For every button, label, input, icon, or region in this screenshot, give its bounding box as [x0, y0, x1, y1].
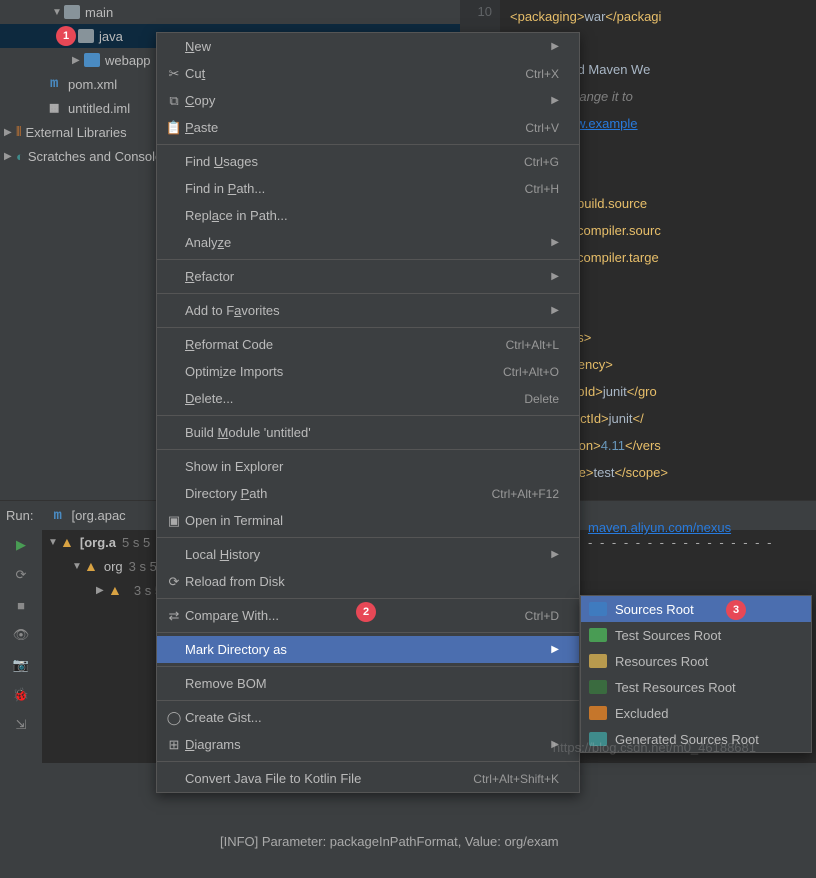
menu-gist[interactable]: ◯Create Gist...	[157, 704, 579, 731]
menu-find-usages[interactable]: Find UsagesCtrl+G	[157, 148, 579, 175]
menu-find-path[interactable]: Find in Path...Ctrl+H	[157, 175, 579, 202]
menu-analyze[interactable]: Analyze▶	[157, 229, 579, 256]
menu-remove-bom[interactable]: Remove BOM	[157, 670, 579, 697]
menu-new[interactable]: New▶	[157, 33, 579, 60]
menu-kotlin[interactable]: Convert Java File to Kotlin FileCtrl+Alt…	[157, 765, 579, 792]
run-config[interactable]: [org.apac	[71, 508, 125, 523]
menu-reformat[interactable]: Reformat CodeCtrl+Alt+L	[157, 331, 579, 358]
exit-button[interactable]: ⇲	[0, 710, 42, 740]
menu-cut[interactable]: ✂CutCtrl+X	[157, 60, 579, 87]
menu-reload[interactable]: ⟳Reload from Disk	[157, 568, 579, 595]
menu-diagrams[interactable]: ⊞Diagrams▶	[157, 731, 579, 758]
menu-explorer[interactable]: Show in Explorer	[157, 453, 579, 480]
menu-dirpath[interactable]: Directory PathCtrl+Alt+F12	[157, 480, 579, 507]
context-menu: New▶ ✂CutCtrl+X ⧉Copy▶ 📋PasteCtrl+V Find…	[156, 32, 580, 793]
view-button[interactable]: 👁	[0, 620, 42, 650]
submenu-test-resources[interactable]: Test Resources Root	[581, 674, 811, 700]
menu-copy[interactable]: ⧉Copy▶	[157, 87, 579, 114]
badge-2: 2	[356, 602, 376, 622]
menu-build[interactable]: Build Module 'untitled'	[157, 419, 579, 446]
tree-main[interactable]: ▼main	[0, 0, 460, 24]
run-toolbar: ▶ ⟳ ■ 👁 📷 🐞 ⇲	[0, 530, 42, 763]
menu-delete[interactable]: Delete...Delete	[157, 385, 579, 412]
menu-history[interactable]: Local History▶	[157, 541, 579, 568]
badge-3: 3	[726, 600, 746, 620]
menu-terminal[interactable]: ▣Open in Terminal	[157, 507, 579, 534]
menu-paste[interactable]: 📋PasteCtrl+V	[157, 114, 579, 141]
stop-button[interactable]: ■	[0, 590, 42, 620]
snap-button[interactable]: 📷	[0, 650, 42, 680]
submenu-resources[interactable]: Resources Root	[581, 648, 811, 674]
bug-button[interactable]: 🐞	[0, 680, 42, 710]
run-button[interactable]: ▶	[0, 530, 42, 560]
submenu-sources-root[interactable]: Sources Root	[581, 596, 811, 622]
menu-refactor[interactable]: Refactor▶	[157, 263, 579, 290]
debug-button[interactable]: ⟳	[0, 560, 42, 590]
menu-optimize[interactable]: Optimize ImportsCtrl+Alt+O	[157, 358, 579, 385]
badge-1: 1	[56, 26, 76, 46]
run-label: Run:	[6, 508, 33, 523]
console-output: maven.aliyun.com/nexus - - - - - - - - -…	[588, 520, 773, 550]
mark-directory-submenu: Sources Root Test Sources Root Resources…	[580, 595, 812, 753]
submenu-excluded[interactable]: Excluded	[581, 700, 811, 726]
menu-favorites[interactable]: Add to Favorites▶	[157, 297, 579, 324]
menu-mark-directory[interactable]: Mark Directory as▶	[157, 636, 579, 663]
submenu-test-sources[interactable]: Test Sources Root	[581, 622, 811, 648]
watermark: https://blog.csdn.net/m0_46188681	[553, 740, 756, 755]
maven-icon: m	[53, 508, 71, 524]
menu-replace-path[interactable]: Replace in Path...	[157, 202, 579, 229]
